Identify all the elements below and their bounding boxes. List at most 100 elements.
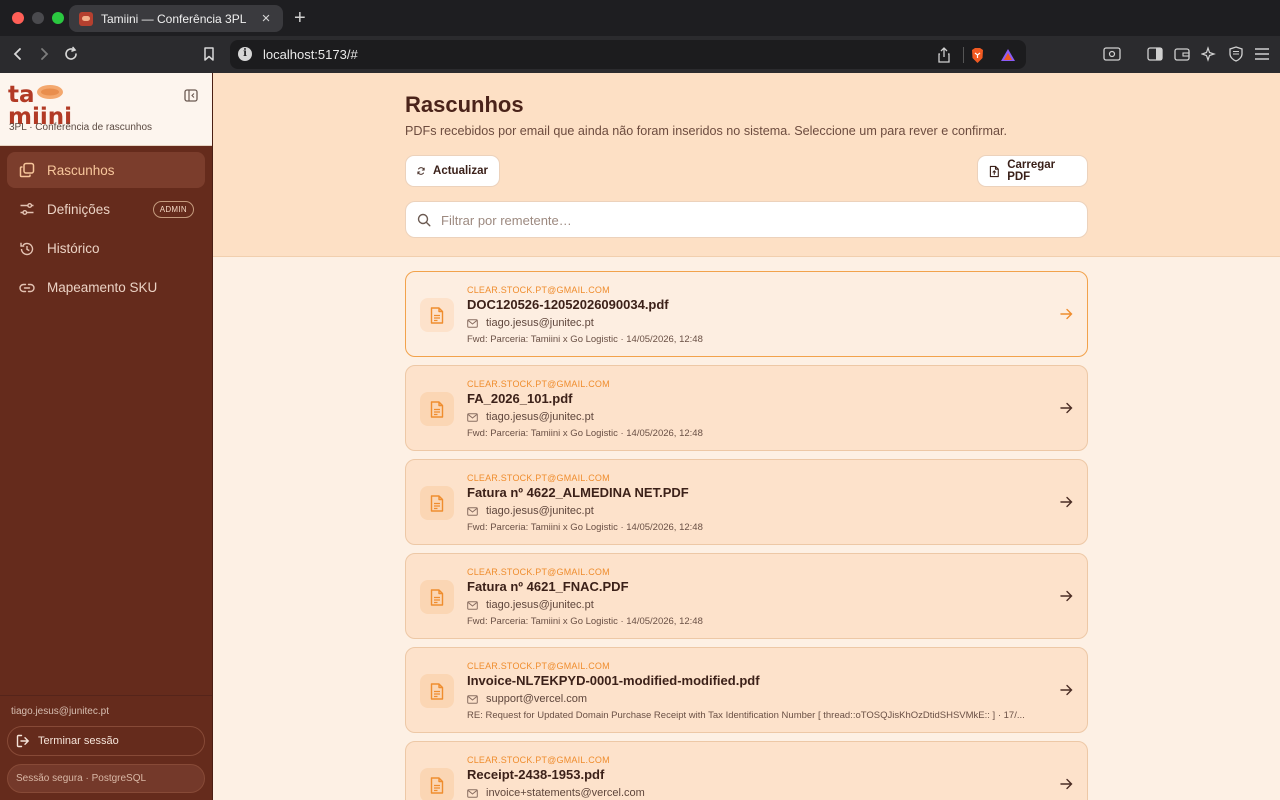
- draft-card[interactable]: CLEAR.STOCK.PT@GMAIL.COM Fatura nº 4622_…: [405, 459, 1088, 545]
- sidebar-item-historico[interactable]: Histórico: [7, 231, 205, 267]
- page-description: PDFs recebidos por email que ainda não f…: [405, 124, 1007, 138]
- collapse-sidebar-icon[interactable]: [184, 89, 198, 102]
- user-email: tiago.jesus@junitec.pt: [11, 706, 109, 717]
- pdf-file-icon: [420, 768, 454, 800]
- arrow-right-icon: [1060, 684, 1073, 696]
- draft-card[interactable]: CLEAR.STOCK.PT@GMAIL.COM Fatura nº 4621_…: [405, 553, 1088, 639]
- address-url: localhost:5173/#: [263, 47, 358, 62]
- draft-from: tiago.jesus@junitec.pt: [467, 317, 594, 329]
- draft-card[interactable]: CLEAR.STOCK.PT@GMAIL.COM FA_2026_101.pdf…: [405, 365, 1088, 451]
- draft-card[interactable]: CLEAR.STOCK.PT@GMAIL.COM DOC120526-12052…: [405, 271, 1088, 357]
- mail-icon: [467, 788, 478, 798]
- refresh-icon: [417, 167, 425, 175]
- sliders-icon: [20, 203, 34, 216]
- history-icon: [20, 242, 34, 255]
- draft-sender: CLEAR.STOCK.PT@GMAIL.COM: [467, 567, 610, 577]
- pdf-file-icon: [420, 298, 454, 332]
- sidebar-item-mapeamento-sku[interactable]: Mapeamento SKU: [7, 270, 205, 306]
- browser-tab[interactable]: Tamiini — Conferência 3PL ×: [69, 5, 283, 32]
- arrow-right-icon: [1060, 590, 1073, 602]
- main-content: Rascunhos PDFs recebidos por email que a…: [213, 73, 1280, 800]
- page-header: Rascunhos PDFs recebidos por email que a…: [213, 73, 1280, 257]
- draft-from: invoice+statements@vercel.com: [467, 787, 645, 799]
- search-box: [405, 201, 1088, 238]
- tamiini-logo: ta miini: [8, 82, 72, 126]
- admin-badge: ADMIN: [152, 201, 194, 219]
- refresh-button[interactable]: Actualizar: [405, 155, 500, 187]
- draft-subject: Fwd: Parceria: Tamiini x Go Logistic · 1…: [467, 334, 703, 345]
- sidebar-item-label: Histórico: [47, 241, 100, 257]
- minimize-window-button[interactable]: [32, 12, 44, 24]
- arrow-right-icon: [1060, 496, 1073, 508]
- draft-from: tiago.jesus@junitec.pt: [467, 411, 594, 423]
- back-icon[interactable]: [8, 44, 28, 64]
- mail-icon: [467, 318, 478, 328]
- browser-titlebar: Tamiini — Conferência 3PL × +: [0, 0, 1280, 36]
- forward-icon[interactable]: [34, 44, 54, 64]
- arrow-right-icon: [1060, 778, 1073, 790]
- draft-filename: DOC120526-12052026090034.pdf: [467, 297, 669, 312]
- wallet-icon[interactable]: [1172, 44, 1192, 64]
- maximize-window-button[interactable]: [52, 12, 64, 24]
- arrow-right-icon: [1060, 402, 1073, 414]
- address-bar[interactable]: i localhost:5173/#: [230, 40, 1026, 69]
- arrow-right-icon: [1060, 308, 1073, 320]
- file-upload-icon: [989, 165, 999, 177]
- pdf-file-icon: [420, 486, 454, 520]
- draft-sender: CLEAR.STOCK.PT@GMAIL.COM: [467, 379, 610, 389]
- draft-card[interactable]: CLEAR.STOCK.PT@GMAIL.COM Receipt-2438-19…: [405, 741, 1088, 800]
- draft-subject: Fwd: Parceria: Tamiini x Go Logistic · 1…: [467, 522, 703, 533]
- draft-filename: Invoice-NL7EKPYD-0001-modified-modified.…: [467, 673, 760, 688]
- draft-from: support@vercel.com: [467, 693, 587, 705]
- draft-from-email: tiago.jesus@junitec.pt: [486, 317, 594, 329]
- pdf-file-icon: [420, 580, 454, 614]
- site-info-icon[interactable]: i: [238, 47, 252, 61]
- brave-shields-icon[interactable]: [970, 46, 985, 64]
- share-icon[interactable]: [937, 46, 951, 64]
- draft-from: tiago.jesus@junitec.pt: [467, 599, 594, 611]
- draft-from-email: tiago.jesus@junitec.pt: [486, 411, 594, 423]
- draft-from-email: support@vercel.com: [486, 693, 588, 705]
- tab-close-icon[interactable]: ×: [259, 11, 273, 26]
- new-tab-icon[interactable]: +: [294, 7, 306, 29]
- tab-search-icon[interactable]: [1102, 44, 1122, 64]
- sidebar-toggle-icon[interactable]: [1145, 44, 1165, 64]
- link-icon: [19, 283, 35, 293]
- pdf-file-icon: [420, 674, 454, 708]
- draft-filename: FA_2026_101.pdf: [467, 391, 573, 406]
- search-input[interactable]: [441, 211, 1061, 229]
- tab-title: Tamiini — Conferência 3PL: [101, 11, 247, 26]
- brave-rewards-icon[interactable]: [1000, 46, 1016, 64]
- upload-pdf-button[interactable]: Carregar PDF: [977, 155, 1088, 187]
- page-title: Rascunhos: [405, 92, 524, 117]
- tab-favicon-icon: [79, 11, 93, 26]
- sidebar-item-label: Definições: [47, 201, 111, 217]
- sidebar-item-definicoes[interactable]: Definições ADMIN: [7, 191, 205, 227]
- mail-icon: [467, 694, 478, 704]
- logout-button[interactable]: Terminar sessão: [7, 726, 205, 756]
- close-window-button[interactable]: [12, 12, 24, 24]
- search-icon: [417, 213, 431, 227]
- bookmark-icon[interactable]: [199, 44, 219, 64]
- leo-ai-icon[interactable]: [1199, 44, 1219, 64]
- menu-icon[interactable]: [1252, 44, 1272, 64]
- draft-card[interactable]: CLEAR.STOCK.PT@GMAIL.COM Invoice-NL7EKPY…: [405, 647, 1088, 733]
- sidebar-item-rascunhos[interactable]: Rascunhos: [7, 152, 205, 188]
- draft-subject: RE: Request for Updated Domain Purchase …: [467, 710, 1025, 721]
- logout-label: Terminar sessão: [38, 735, 119, 747]
- draft-subject: Fwd: Parceria: Tamiini x Go Logistic · 1…: [467, 428, 703, 439]
- mail-icon: [467, 412, 478, 422]
- mail-icon: [467, 506, 478, 516]
- brand-subtitle: 3PL · Conferência de rascunhos: [9, 122, 153, 133]
- logo-bean-inner: [41, 88, 59, 96]
- sidebar-item-label: Mapeamento SKU: [47, 280, 158, 296]
- draft-from: tiago.jesus@junitec.pt: [467, 505, 594, 517]
- reload-icon[interactable]: [61, 44, 81, 64]
- sidebar-nav: Rascunhos Definições ADMIN Histórico Map…: [7, 152, 205, 309]
- toolbar-divider: [963, 47, 964, 63]
- draft-filename: Fatura nº 4622_ALMEDINA NET.PDF: [467, 485, 689, 500]
- vpn-shield-icon[interactable]: [1226, 44, 1246, 64]
- draft-sender: CLEAR.STOCK.PT@GMAIL.COM: [467, 285, 610, 295]
- sidebar-item-label: Rascunhos: [47, 162, 115, 178]
- draft-sender: CLEAR.STOCK.PT@GMAIL.COM: [467, 661, 610, 671]
